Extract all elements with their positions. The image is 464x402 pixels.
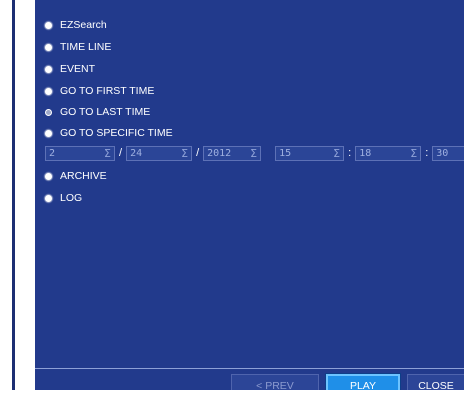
spinner-icon[interactable]: Σ xyxy=(410,147,417,160)
day-value: 24 xyxy=(130,147,143,159)
menu-item-label: EZSearch xyxy=(60,19,107,31)
second-value: 30 xyxy=(436,147,449,159)
radio-selected-icon xyxy=(45,172,52,180)
year-spinner[interactable]: 2012 Σ xyxy=(203,145,262,161)
spinner-icon[interactable]: Σ xyxy=(181,147,188,160)
hour-spinner[interactable]: 15 Σ xyxy=(275,145,345,161)
second-spinner[interactable]: 30 xyxy=(432,145,464,161)
spinner-icon[interactable]: Σ xyxy=(104,147,111,160)
radio-unselected-icon xyxy=(45,108,52,116)
month-spinner[interactable]: 2 Σ xyxy=(45,145,115,161)
date-separator: / xyxy=(196,147,200,159)
left-border-line xyxy=(12,0,15,402)
menu-item-log[interactable]: LOG xyxy=(45,190,82,206)
menu-item-label: TIME LINE xyxy=(60,41,112,53)
menu-item-archive[interactable]: ARCHIVE xyxy=(45,168,107,184)
spinner-icon[interactable]: Σ xyxy=(333,147,340,160)
radio-selected-icon xyxy=(45,21,52,29)
minute-value: 18 xyxy=(359,147,372,159)
menu-item-go-to-first-time[interactable]: GO TO FIRST TIME xyxy=(45,83,154,99)
menu-item-label: GO TO SPECIFIC TIME xyxy=(60,127,173,139)
date-separator: / xyxy=(119,147,123,159)
menu-item-label: ARCHIVE xyxy=(60,170,107,182)
time-separator: : xyxy=(425,147,429,159)
menu-item-go-to-specific-time[interactable]: GO TO SPECIFIC TIME xyxy=(45,125,173,141)
radio-selected-icon xyxy=(45,65,52,73)
spinner-icon[interactable]: Σ xyxy=(250,147,257,160)
month-value: 2 xyxy=(49,147,56,159)
time-separator: : xyxy=(348,147,352,159)
left-margin xyxy=(0,0,35,402)
menu-item-event[interactable]: EVENT xyxy=(45,61,95,77)
specific-time-row: 2 Σ / 24 Σ / 2012 Σ 15 Σ : 18 Σ : 30 xyxy=(45,144,464,162)
menu-item-ezsearch[interactable]: EZSearch xyxy=(45,17,107,33)
hour-value: 15 xyxy=(279,147,292,159)
radio-selected-icon xyxy=(45,43,52,51)
menu-item-go-to-last-time[interactable]: GO TO LAST TIME xyxy=(45,104,150,120)
year-value: 2012 xyxy=(207,147,232,159)
search-panel: EZSearch TIME LINE EVENT GO TO FIRST TIM… xyxy=(35,0,464,402)
footer-divider xyxy=(35,368,464,369)
menu-item-label: LOG xyxy=(60,192,83,204)
minute-spinner[interactable]: 18 Σ xyxy=(355,145,422,161)
menu-item-label: GO TO FIRST TIME xyxy=(60,85,155,97)
menu-item-time-line[interactable]: TIME LINE xyxy=(45,39,111,55)
radio-selected-icon xyxy=(45,129,52,137)
menu-item-label: GO TO LAST TIME xyxy=(60,106,151,118)
menu-item-label: EVENT xyxy=(60,63,96,75)
bottom-margin xyxy=(0,390,464,402)
radio-selected-icon xyxy=(45,194,52,202)
day-spinner[interactable]: 24 Σ xyxy=(126,145,193,161)
radio-selected-icon xyxy=(45,87,52,95)
